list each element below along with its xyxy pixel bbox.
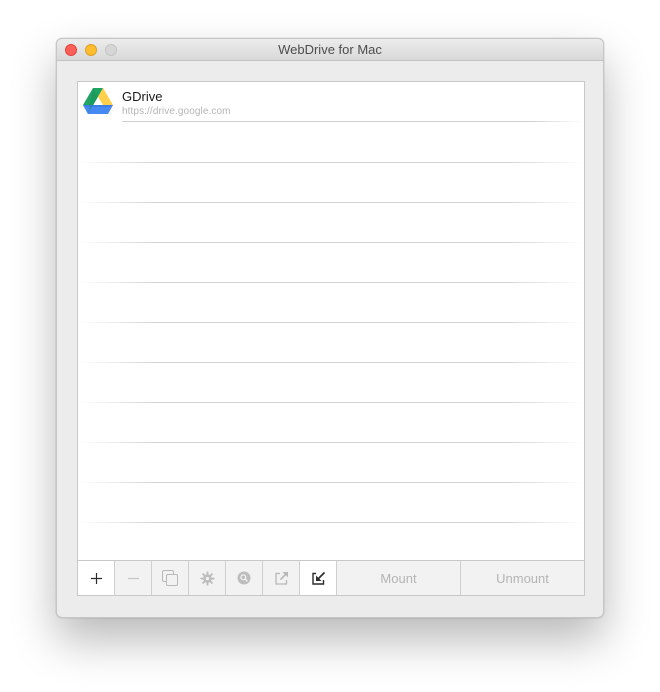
search-icon: [237, 571, 251, 585]
add-account-button[interactable]: [78, 561, 115, 595]
open-external-button[interactable]: [263, 561, 300, 595]
row-divider: [78, 442, 584, 443]
import-icon: [311, 571, 325, 585]
account-name: GDrive: [122, 89, 163, 104]
row-divider: [78, 402, 584, 403]
row-divider: [78, 282, 584, 283]
account-url: https://drive.google.com: [122, 106, 231, 117]
mount-button[interactable]: Mount: [337, 561, 461, 595]
unmount-button[interactable]: Unmount: [461, 561, 584, 595]
plus-icon: [90, 572, 102, 584]
duplicate-account-button[interactable]: [152, 561, 189, 595]
account-list[interactable]: GDrive https://drive.google.com: [77, 81, 585, 561]
duplicate-icon: [162, 570, 178, 586]
row-divider: [78, 322, 584, 323]
row-divider: [122, 121, 584, 122]
row-divider: [78, 202, 584, 203]
gear-icon: [199, 570, 215, 586]
app-window: WebDrive for Mac GDrive https://drive.go…: [56, 38, 604, 618]
row-divider: [78, 242, 584, 243]
row-divider: [78, 522, 584, 523]
minus-icon: [127, 577, 139, 579]
row-divider: [78, 482, 584, 483]
bottom-toolbar: Mount Unmount: [77, 560, 585, 596]
open-external-icon: [274, 571, 288, 585]
window-title: WebDrive for Mac: [278, 42, 382, 57]
row-divider: [78, 362, 584, 363]
settings-button[interactable]: [189, 561, 226, 595]
import-button[interactable]: [300, 561, 337, 595]
google-drive-icon: [83, 88, 113, 114]
search-button[interactable]: [226, 561, 263, 595]
account-row-gdrive[interactable]: GDrive https://drive.google.com: [78, 82, 584, 122]
title-bar[interactable]: WebDrive for Mac: [57, 39, 603, 61]
row-divider: [78, 162, 584, 163]
remove-account-button[interactable]: [115, 561, 152, 595]
